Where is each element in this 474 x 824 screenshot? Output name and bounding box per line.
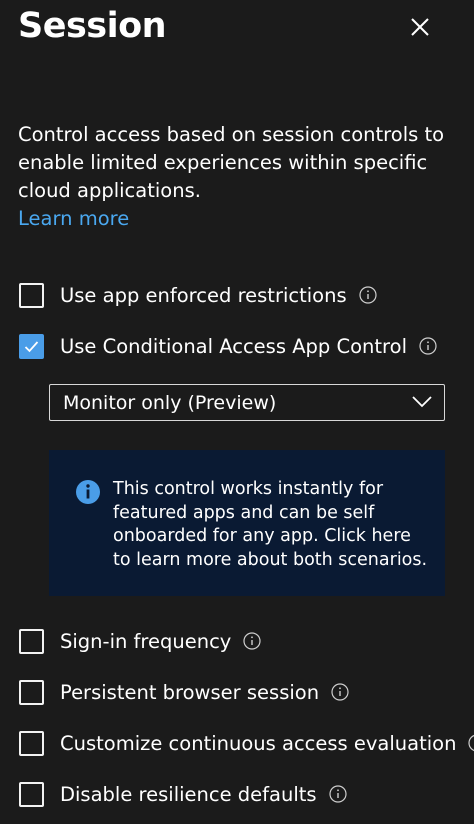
customize-cae-checkbox[interactable] [19, 730, 44, 756]
app-control-info-banner[interactable]: This control works instantly for feature… [49, 450, 445, 596]
info-icon[interactable] [243, 632, 261, 650]
persistent-browser-session-checkbox[interactable] [19, 679, 44, 705]
info-icon[interactable] [328, 785, 347, 803]
dropdown-selected-value: Monitor only (Preview) [63, 391, 277, 414]
sign-in-frequency-checkbox[interactable] [19, 628, 44, 654]
app-enforced-restrictions-checkbox[interactable] [19, 282, 44, 308]
option-disable-resilience-defaults: Disable resilience defaults [19, 779, 347, 809]
option-conditional-access-app-control: Use Conditional Access App Control [19, 331, 437, 361]
description: Control access based on session controls… [18, 121, 458, 233]
close-icon [411, 18, 429, 36]
option-app-enforced-restrictions: Use app enforced restrictions [19, 280, 377, 310]
disable-resilience-defaults-checkbox[interactable] [19, 781, 44, 807]
option-sign-in-frequency: Sign-in frequency [19, 626, 261, 656]
option-label: Sign-in frequency [60, 629, 232, 653]
option-label: Disable resilience defaults [60, 782, 317, 806]
conditional-access-app-control-checkbox[interactable] [19, 333, 44, 359]
info-icon [76, 480, 100, 504]
info-banner-text: This control works instantly for feature… [113, 479, 428, 570]
info-icon[interactable] [419, 337, 437, 355]
option-label: Use Conditional Access App Control [60, 334, 407, 358]
chevron-down-icon [412, 396, 432, 408]
description-text: Control access based on session controls… [18, 123, 445, 202]
info-icon[interactable] [468, 734, 474, 752]
learn-more-link[interactable]: Learn more [18, 205, 458, 233]
option-customize-continuous-access-evaluation: Customize continuous access evaluation [19, 728, 474, 758]
option-label: Use app enforced restrictions [60, 283, 347, 307]
close-button[interactable] [405, 12, 435, 42]
info-icon[interactable] [331, 683, 349, 701]
app-control-type-dropdown[interactable]: Monitor only (Preview) [49, 384, 445, 421]
option-persistent-browser-session: Persistent browser session [19, 677, 349, 707]
option-label: Persistent browser session [60, 680, 320, 704]
checkmark-icon [24, 340, 39, 352]
option-label: Customize continuous access evaluation [60, 731, 457, 755]
info-icon[interactable] [359, 286, 377, 304]
panel-title: Session [18, 6, 167, 46]
